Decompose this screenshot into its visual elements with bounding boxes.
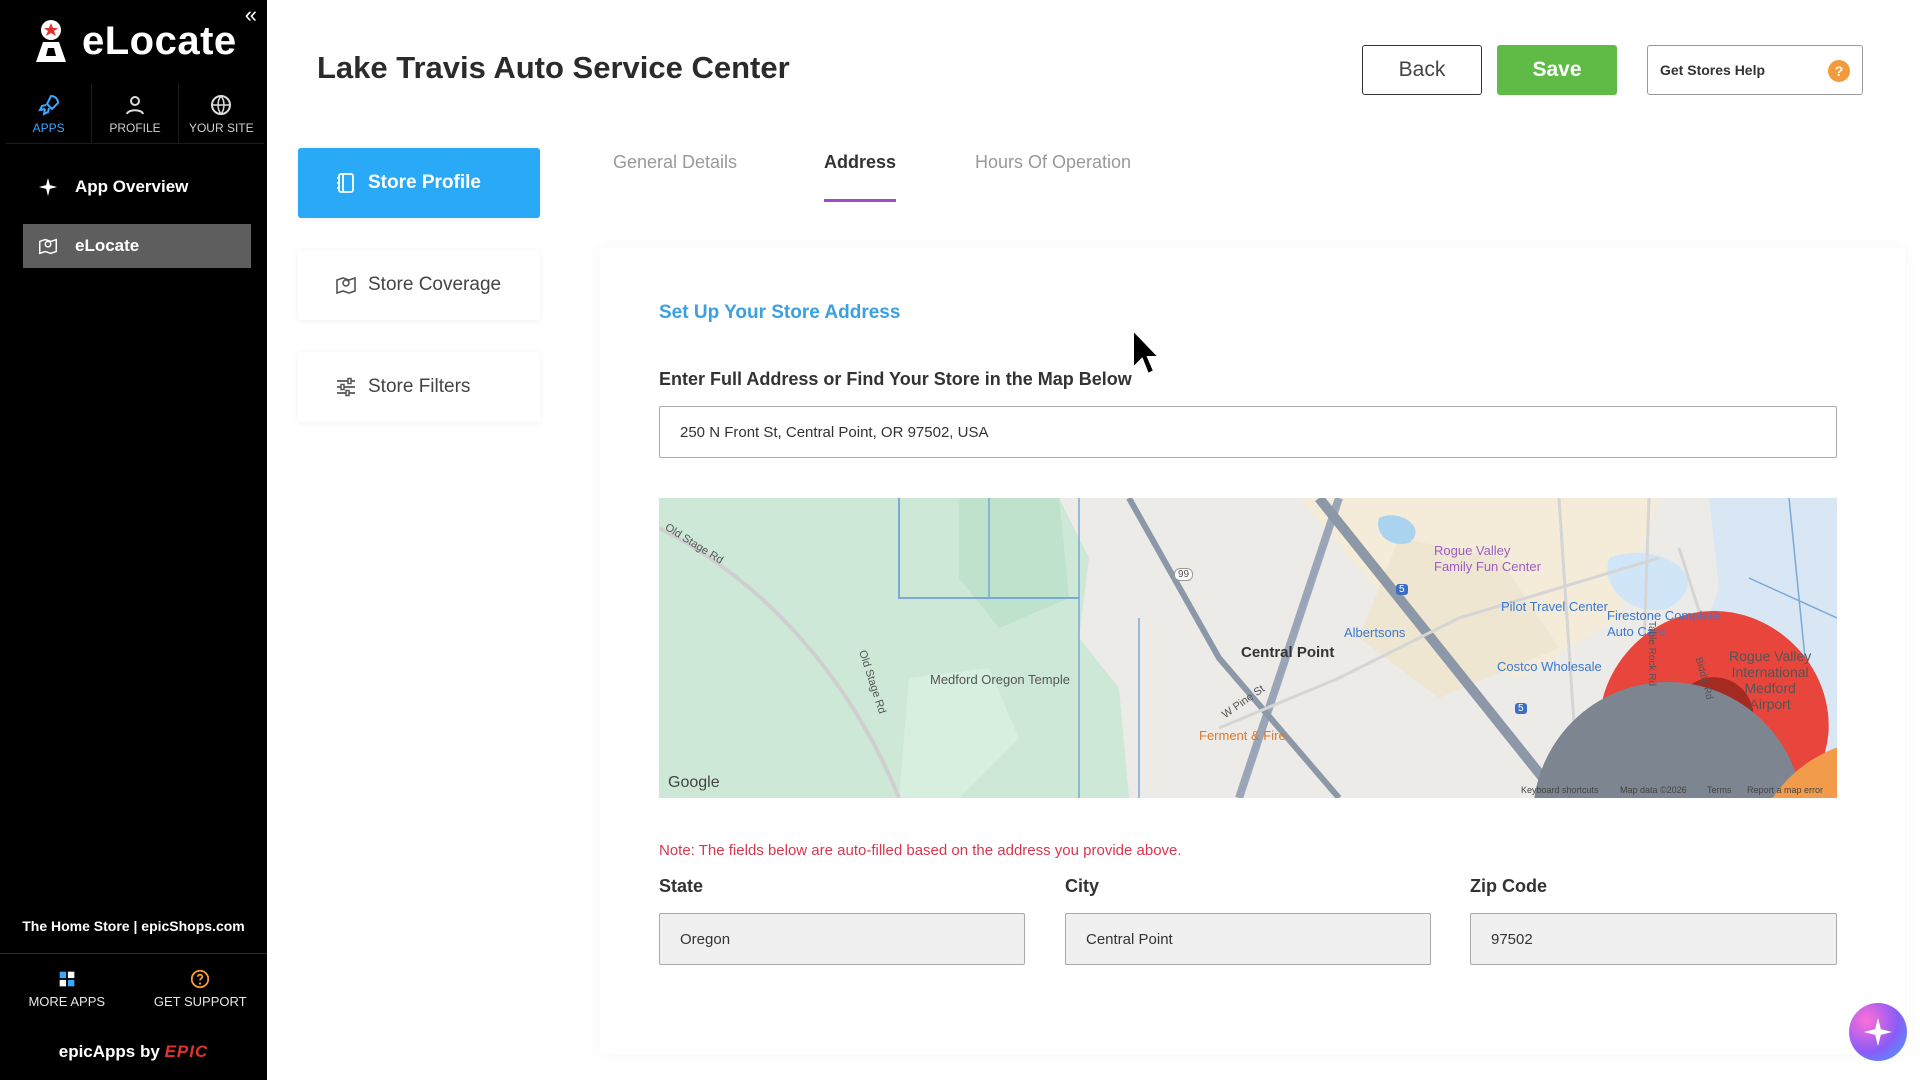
tab-address[interactable]: Address — [824, 152, 897, 202]
grid-icon — [59, 971, 75, 987]
get-stores-help-button[interactable]: Get Stores Help ? — [1647, 45, 1863, 95]
tab-hours-of-operation[interactable]: Hours Of Operation — [975, 152, 1131, 199]
page-title: Lake Travis Auto Service Center — [317, 50, 790, 85]
city-label: City — [1065, 876, 1100, 896]
route-99-shield: 99 — [1174, 568, 1194, 581]
sidebar-tab-label: APPS — [32, 120, 65, 135]
keyboard-shortcuts-link[interactable]: Keyboard shortcuts — [1521, 785, 1599, 795]
interstate-5-shield-2: 5 — [1515, 703, 1527, 714]
zip-code-label: Zip Code — [1470, 876, 1547, 896]
more-apps-label: MORE APPS — [28, 994, 106, 1009]
map-label-costco: Costco Wholesale — [1497, 659, 1602, 674]
sparkle-icon — [1863, 1017, 1893, 1047]
map-pin-icon — [37, 235, 59, 257]
sidebar-item-elocate[interactable]: eLocate — [23, 224, 251, 268]
state-label: State — [659, 876, 704, 896]
google-logo: Google — [668, 774, 720, 791]
app-logo: eLocate — [30, 16, 237, 66]
sidebar: eLocate « APPS PROFILE YOUR SITE App Ove… — [0, 0, 267, 1080]
sidebar-tab-apps[interactable]: APPS — [6, 84, 93, 143]
sidebar-tab-label: YOUR SITE — [188, 120, 254, 135]
map-label-firestone-line1: Firestone Complete — [1607, 608, 1721, 623]
store-name: The Home Store | epicShops.com — [22, 918, 245, 934]
store-map[interactable]: Central Point Medford Oregon Temple Old … — [659, 498, 1837, 798]
question-icon: ? — [1828, 60, 1850, 82]
store-profile-button[interactable]: Store Profile — [298, 148, 540, 218]
map-label-airport: Rogue Valley International Medford Airpo… — [1729, 648, 1812, 712]
epic-brand-logo: EPIC — [164, 1042, 209, 1061]
sidebar-item-app-overview[interactable]: App Overview — [23, 165, 251, 209]
globe-icon — [211, 94, 232, 115]
zip-code-field[interactable]: 97502 — [1470, 913, 1837, 965]
elocate-logo-icon — [36, 20, 66, 62]
get-support-button[interactable]: GET SUPPORT — [134, 954, 268, 1023]
sparkle-icon — [37, 176, 59, 198]
map-label-central-point: Central Point — [1241, 644, 1335, 661]
map-coverage-icon — [334, 273, 358, 297]
store-coverage-label: Store Coverage — [368, 274, 502, 295]
rocket-icon — [37, 94, 59, 116]
back-button[interactable]: Back — [1362, 45, 1482, 95]
sliders-icon — [334, 375, 358, 399]
city-field[interactable]: Central Point — [1065, 913, 1431, 965]
sidebar-tab-profile[interactable]: PROFILE — [92, 84, 179, 143]
help-button-label: Get Stores Help — [1660, 62, 1766, 78]
state-field[interactable]: Oregon — [659, 913, 1025, 965]
app-name: eLocate — [82, 18, 237, 63]
store-coverage-button[interactable]: Store Coverage — [298, 250, 540, 320]
profile-book-icon — [334, 171, 358, 195]
map-label-ferment-fire: Ferment & Fire — [1199, 728, 1286, 743]
collapse-sidebar-icon[interactable]: « — [245, 2, 257, 28]
map-label-pilot: Pilot Travel Center — [1501, 599, 1608, 614]
section-title: Set Up Your Store Address — [659, 302, 901, 323]
help-icon — [191, 969, 210, 989]
sidebar-tab-label: PROFILE — [109, 120, 161, 135]
map-label-fun-center-line2: Family Fun Center — [1434, 559, 1541, 574]
get-support-label: GET SUPPORT — [153, 994, 247, 1009]
map-label-temple: Medford Oregon Temple — [930, 672, 1070, 687]
sidebar-tab-your-site[interactable]: YOUR SITE — [179, 84, 264, 143]
powered-by: epicApps by EPIC — [0, 1042, 267, 1062]
store-filters-label: Store Filters — [368, 376, 471, 397]
more-apps-button[interactable]: MORE APPS — [0, 954, 134, 1023]
map-label-fun-center-line1: Rogue Valley — [1434, 543, 1511, 558]
map-label-table-rock-rd: Table Rock Rd — [1646, 620, 1658, 687]
store-profile-label: Store Profile — [368, 172, 481, 193]
autofill-note: Note: The fields below are auto-filled b… — [659, 842, 1182, 859]
ai-assistant-button[interactable] — [1849, 1003, 1907, 1061]
sidebar-tabs: APPS PROFILE YOUR SITE — [6, 84, 264, 144]
sidebar-item-label: eLocate — [75, 236, 140, 255]
user-icon — [126, 95, 144, 114]
save-button[interactable]: Save — [1497, 45, 1617, 95]
address-input[interactable]: 250 N Front St, Central Point, OR 97502,… — [659, 406, 1837, 458]
address-label: Enter Full Address or Find Your Store in… — [659, 369, 1132, 389]
map-label-albertsons: Albertsons — [1344, 625, 1406, 640]
sidebar-item-label: App Overview — [75, 177, 189, 196]
map-data-text: Map data ©2026 — [1620, 785, 1687, 795]
interstate-5-shield: 5 — [1396, 584, 1408, 595]
tab-general-details[interactable]: General Details — [613, 152, 737, 199]
powered-by-text: epicApps by — [58, 1042, 160, 1061]
report-map-error-link[interactable]: Report a map error — [1747, 785, 1823, 795]
sidebar-bottom: MORE APPS GET SUPPORT — [0, 953, 267, 1023]
mouse-cursor-icon — [1132, 328, 1161, 376]
store-filters-button[interactable]: Store Filters — [298, 352, 540, 422]
map-terms-link[interactable]: Terms — [1707, 785, 1732, 795]
